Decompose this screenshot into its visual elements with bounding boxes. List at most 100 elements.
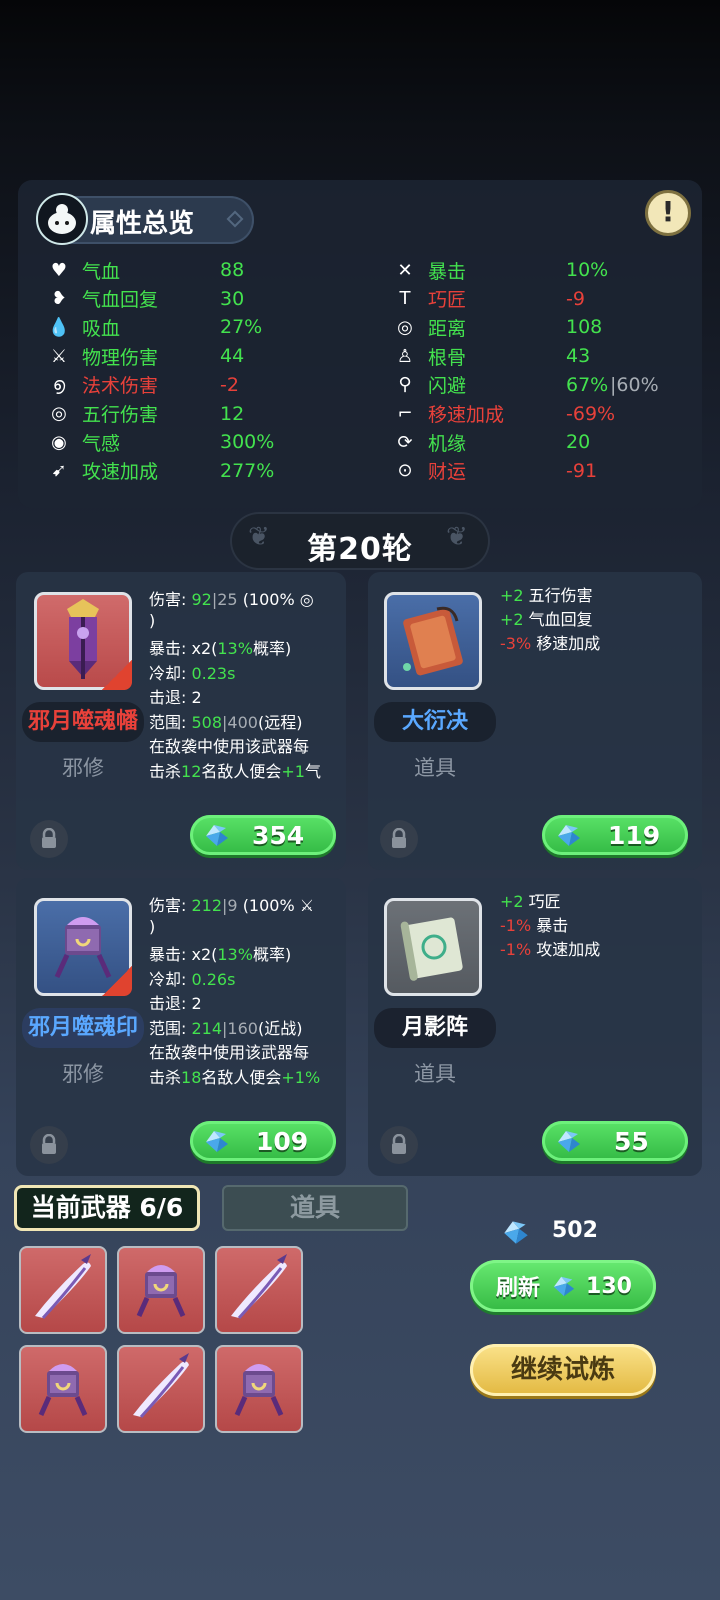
text-line: -3% 移速加成 bbox=[500, 630, 600, 654]
text-segment: +2 bbox=[500, 892, 524, 911]
weapon-slot[interactable] bbox=[117, 1345, 205, 1433]
text-segment: 概率) bbox=[252, 945, 292, 964]
text-segment: 概率) bbox=[252, 639, 292, 658]
text-segment: 移速加成 bbox=[531, 634, 601, 653]
text-line: 击退: 2 bbox=[149, 990, 202, 1014]
stat-row: ♙ 根骨 43 bbox=[392, 342, 590, 370]
range-icon: ◎ bbox=[397, 316, 413, 338]
stat-value: 108 bbox=[566, 316, 603, 339]
weapon-banner-icon bbox=[34, 592, 132, 690]
heart-regen-icon: ❥ bbox=[51, 288, 67, 310]
text-segment: 击杀 bbox=[149, 1067, 182, 1087]
stat-row: T 巧匠 -9 bbox=[392, 285, 585, 313]
stat-row: ➹ 攻速加成 277% bbox=[46, 457, 274, 485]
text-segment: (100% ◎ bbox=[242, 590, 314, 609]
stat-name: 暴击 bbox=[428, 260, 467, 283]
lock-icon[interactable] bbox=[30, 1126, 68, 1164]
weapon-1-name: 邪月噬魂幡 bbox=[22, 702, 144, 742]
text-segment: 冷却: bbox=[149, 663, 192, 683]
stat-name: 吸血 bbox=[82, 317, 121, 340]
weapon-slot[interactable] bbox=[19, 1345, 107, 1433]
book-item-icon bbox=[384, 592, 482, 690]
lock-icon[interactable] bbox=[380, 1126, 418, 1164]
text-segment: 13% bbox=[217, 639, 253, 658]
scythe-icon bbox=[25, 1250, 101, 1330]
stat-value: 67% bbox=[566, 373, 609, 396]
lock-icon[interactable] bbox=[380, 820, 418, 858]
text-segment: +2 bbox=[500, 610, 524, 629]
stat-name: 根骨 bbox=[428, 346, 467, 369]
text-line: 伤害: 212|9 (100% ⚔ bbox=[149, 892, 314, 916]
text-segment: 气 bbox=[304, 761, 321, 781]
text-segment: 12 bbox=[181, 761, 202, 781]
stat-name: 气感 bbox=[82, 432, 121, 455]
stat-name: 五行伤害 bbox=[82, 404, 159, 426]
stat-value: -9 bbox=[566, 287, 585, 310]
text-line: 伤害: 92|25 (100% ◎ bbox=[149, 586, 314, 610]
stat-value: -91 bbox=[566, 459, 598, 482]
weapon-1-type: 邪修 bbox=[62, 756, 104, 780]
item-2-price: 55 bbox=[614, 1126, 649, 1156]
text-segment: 伤害: bbox=[149, 590, 192, 609]
tab-current-weapons[interactable]: 当前武器 6/6 bbox=[14, 1185, 200, 1231]
stat-value: 20 bbox=[566, 431, 591, 454]
stat-name: 移速加成 bbox=[428, 404, 505, 426]
text-segment: 击杀 bbox=[149, 761, 182, 781]
text-line: +2 五行伤害 bbox=[500, 582, 593, 606]
weapon-2-price: 109 bbox=[256, 1126, 309, 1156]
boot-icon: ⌐ bbox=[397, 403, 413, 424]
buy-weapon-2-button[interactable]: 109 bbox=[190, 1121, 336, 1161]
text-segment: 92 bbox=[191, 590, 212, 609]
scythe-icon bbox=[221, 1250, 297, 1330]
crystal-icon bbox=[554, 822, 584, 848]
stat-row: ◉ 气感 300% bbox=[46, 428, 274, 456]
upgrade-arrow-icon bbox=[102, 660, 132, 690]
body-icon: ♙ bbox=[396, 345, 414, 367]
item-2-name: 月影阵 bbox=[374, 1008, 496, 1048]
drop-icon: 💧 bbox=[47, 316, 71, 338]
text-segment: (远程) bbox=[257, 712, 303, 732]
weapon-slot[interactable] bbox=[19, 1246, 107, 1334]
tab-items[interactable]: 道具 bbox=[222, 1185, 408, 1231]
continue-trial-button[interactable]: 继续试炼 bbox=[470, 1344, 656, 1396]
stat-row: ⚔ 物理伤害 44 bbox=[46, 342, 244, 370]
weapon-slot[interactable] bbox=[117, 1246, 205, 1334]
crystal-icon bbox=[500, 1218, 532, 1246]
refresh-button[interactable]: 刷新 130 bbox=[470, 1260, 656, 1312]
info-button[interactable]: ! bbox=[645, 190, 691, 236]
seal-icon bbox=[25, 1349, 101, 1429]
weapon-slot[interactable] bbox=[215, 1345, 303, 1433]
text-segment: |400 bbox=[222, 712, 258, 732]
text-segment: -3% bbox=[500, 634, 532, 653]
coin-icon: ⊙ bbox=[397, 460, 413, 482]
weapon-slot[interactable] bbox=[215, 1246, 303, 1334]
stat-name: 机缘 bbox=[428, 432, 467, 455]
buy-item-1-button[interactable]: 119 bbox=[542, 815, 688, 855]
text-segment: 暴击: x2( bbox=[149, 639, 218, 658]
text-segment: 18 bbox=[181, 1067, 202, 1087]
buy-weapon-1-button[interactable]: 354 bbox=[190, 815, 336, 855]
text-segment: 暴击 bbox=[531, 916, 569, 935]
lock-icon[interactable] bbox=[30, 820, 68, 858]
stat-row: ⟳ 机缘 20 bbox=[392, 428, 590, 456]
hammer-icon: T bbox=[399, 288, 411, 310]
crystal-icon bbox=[554, 1128, 584, 1154]
stat-value: 44 bbox=[220, 345, 245, 368]
seal-icon bbox=[221, 1349, 297, 1429]
text-segment: +1 bbox=[281, 761, 305, 781]
text-segment: 214 bbox=[191, 1018, 223, 1038]
target-spiral-icon: ◎ bbox=[51, 403, 67, 424]
seal-icon bbox=[123, 1250, 199, 1330]
aura-icon: ◉ bbox=[51, 431, 67, 453]
item-2-type: 道具 bbox=[414, 1062, 456, 1086]
stat-row: ൭ 法术伤害 -2 bbox=[46, 371, 239, 399]
scythe-icon bbox=[123, 1349, 199, 1429]
text-segment: 气血回复 bbox=[523, 610, 593, 629]
text-line: 暴击: x2(13%概率) bbox=[149, 635, 291, 659]
buy-item-2-button[interactable]: 55 bbox=[542, 1121, 688, 1161]
text-segment: 508 bbox=[191, 712, 223, 732]
text-segment: 13% bbox=[217, 945, 253, 964]
text-line: 击退: 2 bbox=[149, 684, 202, 708]
text-line: 范围: 214|160(近战) bbox=[149, 1015, 302, 1039]
attribute-overview-title: 属性总览 bbox=[90, 209, 195, 239]
